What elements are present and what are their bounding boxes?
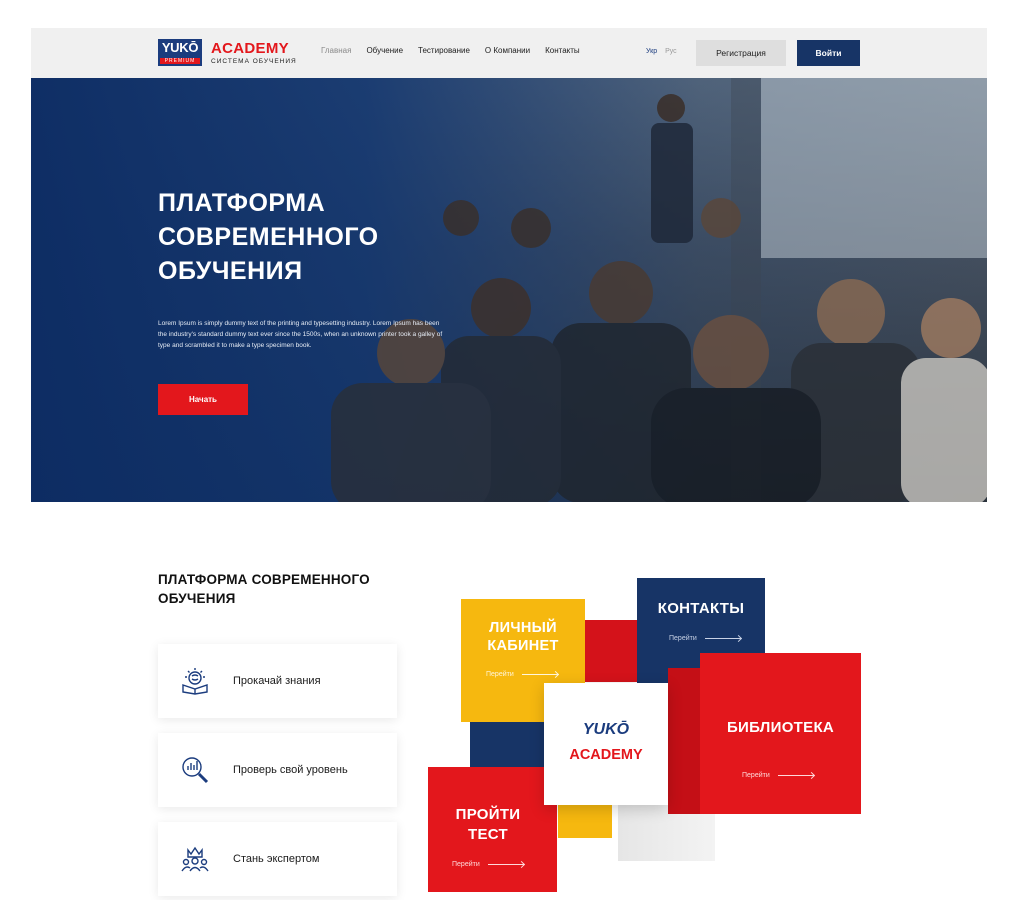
cube-library[interactable]: БИБЛИОТЕКА Перейти (700, 653, 861, 814)
hero-title: ПЛАТФОРМА СОВРЕМЕННОГО ОБУЧЕНИЯ (158, 186, 458, 288)
header: YUKŌ PREMIUM ACADEMY СИСТЕМА ОБУЧЕНИЯ Гл… (31, 28, 987, 78)
hero-title-line-1: ПЛАТФОРМА (158, 189, 326, 217)
section-title-line-1: ПЛАТФОРМА СОВРЕМЕННОГО (158, 572, 370, 587)
expert-crown-icon (180, 844, 210, 874)
language-switcher: Укр Рус (646, 48, 677, 55)
arrow-right-icon (487, 864, 524, 865)
feature-card-knowledge[interactable]: Прокачай знания (158, 644, 397, 718)
cube-library-side (668, 668, 700, 814)
nav-item-testing[interactable]: Тестирование (418, 46, 470, 55)
section-title: ПЛАТФОРМА СОВРЕМЕННОГО ОБУЧЕНИЯ (158, 570, 398, 608)
cube-contacts-link-label: Перейти (669, 635, 697, 642)
cube-cabinet-title-line-1: ЛИЧНЫЙ (489, 620, 557, 636)
cube-test-title: ПРОЙТИ ТЕСТ (428, 805, 548, 845)
logo-tagline: СИСТЕМА ОБУЧЕНИЯ (211, 58, 297, 65)
cube-test[interactable]: ПРОЙТИ ТЕСТ Перейти (428, 767, 557, 892)
arrow-right-icon (521, 674, 558, 675)
cube-cabinet-link-label: Перейти (486, 671, 514, 678)
cube-library-link-label: Перейти (742, 772, 770, 779)
logo-brand: YUKŌ (161, 40, 199, 55)
nav-item-home[interactable]: Главная (321, 46, 351, 55)
center-logo-brand: YUKŌ (582, 721, 630, 738)
logo[interactable]: YUKŌ PREMIUM (158, 39, 202, 66)
nav-item-about[interactable]: О Компании (485, 46, 530, 55)
hero-title-line-2: СОВРЕМЕННОГО (158, 223, 379, 251)
hero-title-line-3: ОБУЧЕНИЯ (158, 257, 303, 285)
main-nav: Главная Обучение Тестирование О Компании… (321, 46, 580, 55)
feature-label: Проверь свой уровень (233, 764, 348, 776)
cube-cabinet-title: ЛИЧНЫЙ КАБИНЕТ (461, 619, 585, 655)
cube-filler-yellow (558, 805, 612, 838)
feature-label: Стань экспертом (233, 853, 320, 865)
nav-item-contacts[interactable]: Контакты (545, 46, 580, 55)
nav-item-learning[interactable]: Обучение (366, 46, 403, 55)
cube-test-link[interactable]: Перейти (452, 861, 524, 868)
cube-test-title-line-2: ТЕСТ (468, 826, 508, 843)
lang-rus[interactable]: Рус (665, 48, 677, 55)
magnifier-chart-icon (180, 755, 210, 785)
register-button[interactable]: Регистрация (696, 40, 786, 66)
book-brain-icon (180, 666, 210, 696)
cube-library-link[interactable]: Перейти (742, 772, 814, 779)
audience-photo (331, 78, 987, 502)
start-button[interactable]: Начать (158, 384, 248, 415)
arrow-right-icon (704, 638, 741, 639)
cube-test-link-label: Перейти (452, 861, 480, 868)
center-logo-name: ACADEMY (569, 747, 643, 763)
hero-banner: ПЛАТФОРМА СОВРЕМЕННОГО ОБУЧЕНИЯ Lorem Ip… (31, 78, 987, 502)
cube-cabinet-title-line-2: КАБИНЕТ (487, 638, 559, 654)
cube-test-title-line-1: ПРОЙТИ (455, 806, 521, 823)
cube-side-red (584, 620, 637, 682)
feature-card-expert[interactable]: Стань экспертом (158, 822, 397, 896)
arrow-right-icon (777, 775, 814, 776)
cube-library-title: БИБЛИОТЕКА (726, 719, 835, 736)
cube-contacts-title: КОНТАКТЫ (657, 600, 745, 617)
hero-description: Lorem Ipsum is simply dummy text of the … (158, 320, 443, 349)
login-button[interactable]: Войти (797, 40, 860, 66)
feature-label: Прокачай знания (233, 675, 321, 687)
feature-card-level[interactable]: Проверь свой уровень (158, 733, 397, 807)
logo-name[interactable]: ACADEMY (211, 40, 289, 57)
lang-ukr[interactable]: Укр (646, 48, 657, 55)
cube-center-logo[interactable]: YUKŌ ACADEMY (544, 683, 668, 805)
logo-tier: PREMIUM (160, 58, 200, 64)
cube-contacts-link[interactable]: Перейти (669, 635, 741, 642)
section-title-line-2: ОБУЧЕНИЯ (158, 591, 236, 606)
cube-cabinet-link[interactable]: Перейти (486, 671, 558, 678)
